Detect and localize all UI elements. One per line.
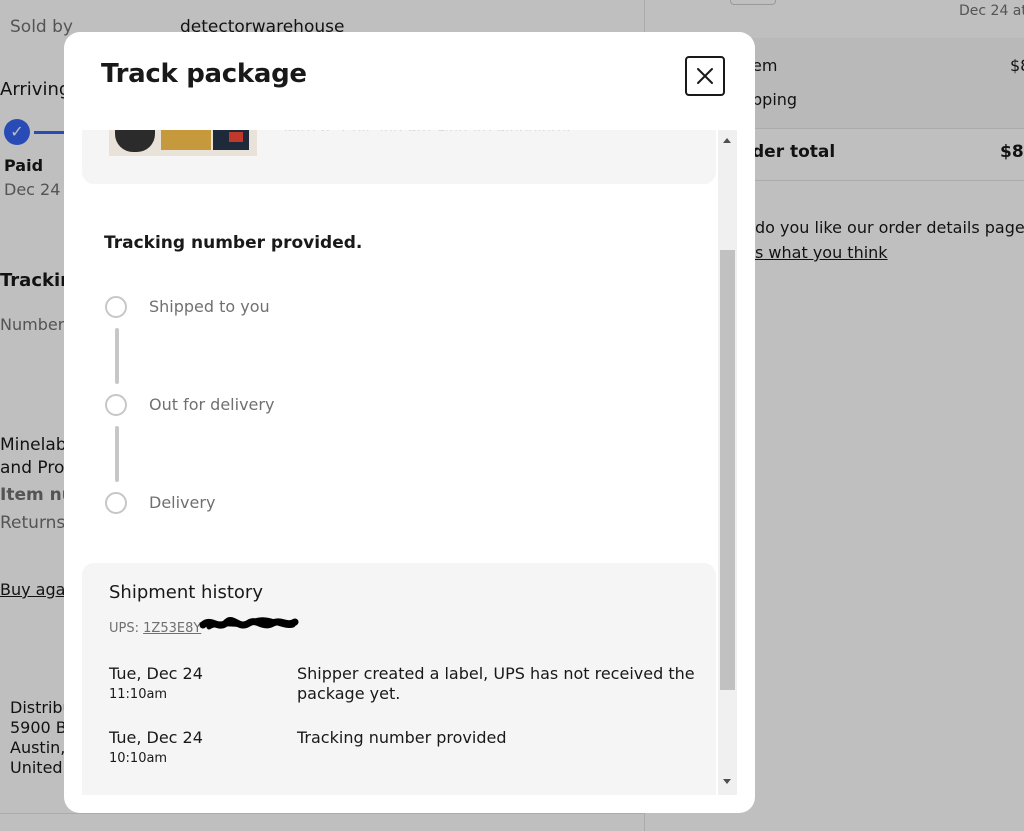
- step-circle-icon: [105, 296, 127, 318]
- event-description: Shipper created a label, UPS has not rec…: [297, 664, 695, 703]
- track-package-modal: Track package with 6" Coil and Pro-Find …: [64, 32, 755, 813]
- scroll-up-arrow-icon[interactable]: [718, 132, 737, 150]
- event-date: Tue, Dec 24: [109, 728, 203, 747]
- event-time: 10:10am: [109, 751, 168, 766]
- step-connector: [115, 426, 119, 482]
- modal-title: Track package: [101, 59, 307, 89]
- modal-scroll-content[interactable]: with 6" Coil and Pro-Find 40 Pinpointer …: [64, 130, 737, 795]
- tracking-status: Tracking number provided.: [104, 233, 363, 253]
- carrier-prefix: UPS:: [109, 621, 139, 636]
- step-circle-icon: [105, 394, 127, 416]
- item-description: with 6" Coil and Pro-Find 40 Pinpointer: [284, 130, 573, 140]
- redaction-scribble: [199, 617, 299, 630]
- close-button[interactable]: [685, 56, 725, 96]
- item-thumbnail: [109, 130, 257, 156]
- carrier-tracking: UPS: 1Z53E8Y: [109, 621, 201, 636]
- detector-coil-image: [115, 130, 155, 152]
- history-title: Shipment history: [109, 582, 263, 603]
- step-connector: [115, 328, 119, 384]
- step-label: Shipped to you: [149, 297, 270, 316]
- scroll-thumb[interactable]: [720, 250, 735, 690]
- event-date: Tue, Dec 24: [109, 664, 203, 683]
- shipment-history: Shipment history UPS: 1Z53E8Y Tue, Dec 2…: [82, 563, 716, 795]
- event-time: 11:10am: [109, 687, 168, 702]
- step-label: Out for delivery: [149, 395, 275, 414]
- brand-mark-image: [229, 132, 243, 142]
- scroll-down-arrow-icon[interactable]: [718, 772, 737, 790]
- item-card: with 6" Coil and Pro-Find 40 Pinpointer: [82, 130, 716, 184]
- scrollbar[interactable]: [718, 130, 737, 795]
- tracking-number-link[interactable]: 1Z53E8Y: [143, 621, 201, 636]
- step-circle-icon: [105, 492, 127, 514]
- detector-box-image: [161, 130, 211, 150]
- event-description: Tracking number provided: [297, 728, 507, 747]
- step-label: Delivery: [149, 493, 216, 512]
- close-icon: [697, 68, 713, 84]
